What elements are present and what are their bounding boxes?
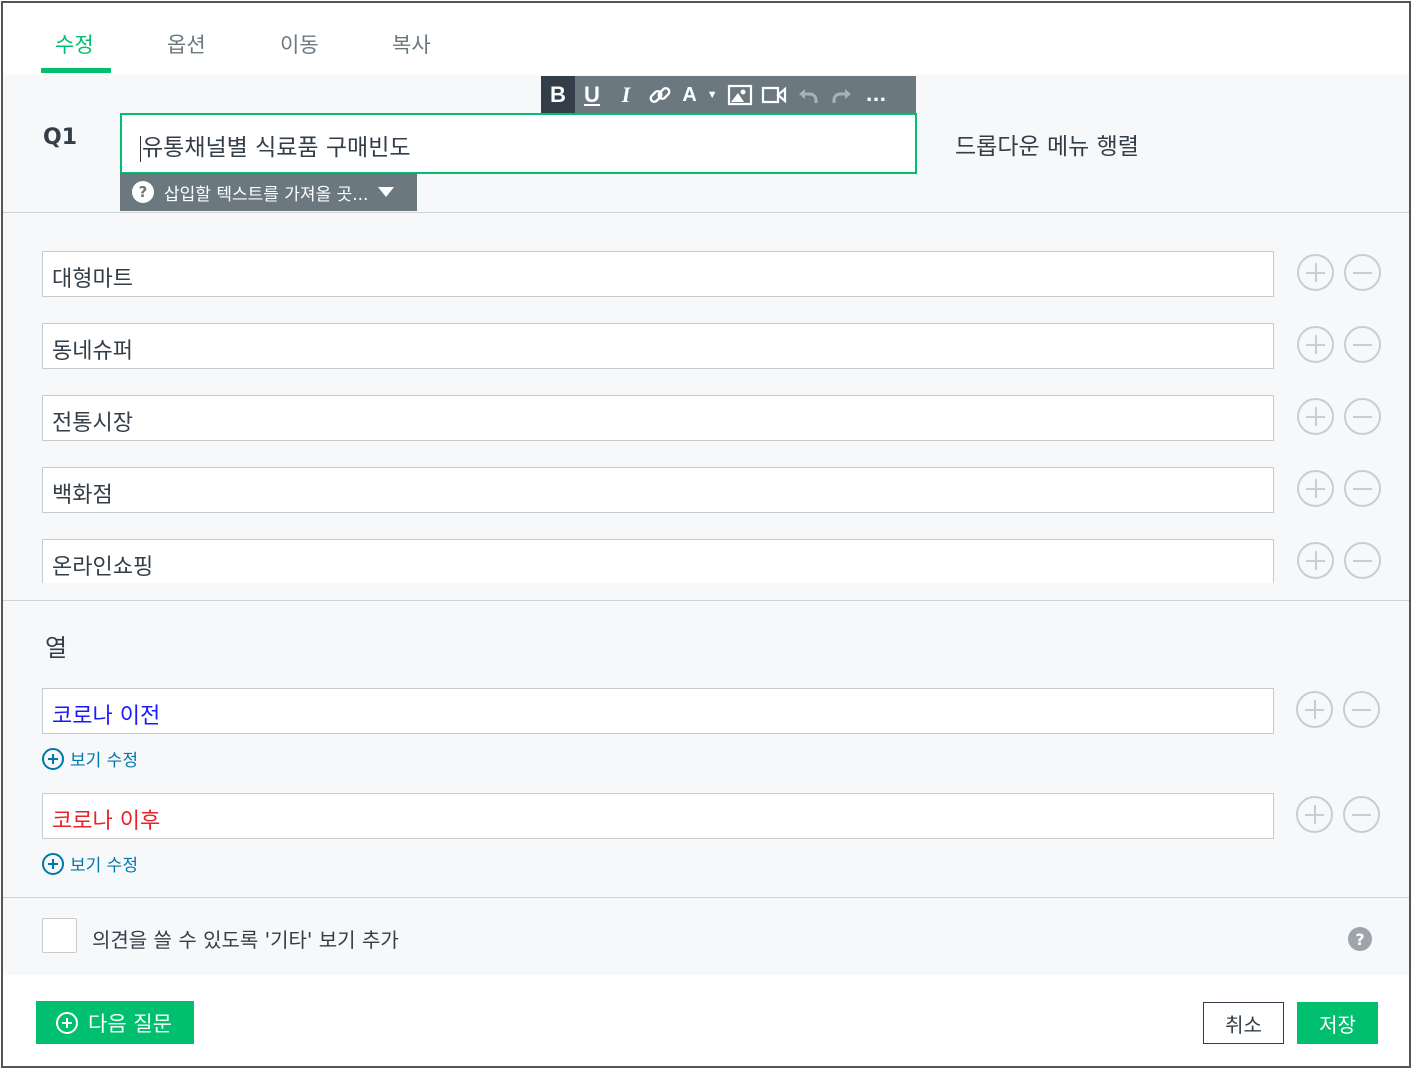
tab-copy[interactable]: 복사 xyxy=(392,29,431,59)
row-choice-input[interactable]: 대형마트 xyxy=(42,251,1274,297)
chevron-down-icon xyxy=(378,187,395,197)
tab-edit[interactable]: 수정 xyxy=(55,29,94,59)
columns-heading: 열 xyxy=(45,634,68,662)
edit-choices-label: 보기 수정 xyxy=(70,751,138,771)
tab-options[interactable]: 옵션 xyxy=(167,29,206,59)
tab-move[interactable]: 이동 xyxy=(280,29,319,59)
remove-row-button[interactable] xyxy=(1344,470,1381,507)
remove-row-button[interactable] xyxy=(1344,398,1381,435)
row-choice-input[interactable]: 온라인쇼핑 xyxy=(42,539,1274,585)
plus-circle-icon xyxy=(42,747,64,770)
cancel-button[interactable]: 취소 xyxy=(1203,1002,1284,1044)
scroll-fade xyxy=(3,583,1409,600)
video-icon[interactable] xyxy=(757,76,791,114)
italic-icon[interactable]: I xyxy=(609,76,643,114)
question-type-selector[interactable]: 드롭다운 메뉴 행렬 xyxy=(955,127,1139,161)
remove-row-button[interactable] xyxy=(1344,542,1381,579)
section-divider xyxy=(3,212,1409,213)
add-row-button[interactable] xyxy=(1297,470,1334,507)
redo-icon[interactable] xyxy=(825,76,859,114)
editor-tabs: 수정 옵션 이동 복사 xyxy=(3,3,1409,75)
remove-column-button[interactable] xyxy=(1343,691,1380,728)
more-options-icon[interactable]: ... xyxy=(859,76,893,114)
edit-choices-link[interactable]: 보기 수정 xyxy=(42,851,138,876)
section-divider xyxy=(3,600,1409,601)
next-question-label: 다음 질문 xyxy=(88,1011,172,1036)
other-option-label: 의견을 쓸 수 있도록 '기타' 보기 추가 xyxy=(92,928,399,952)
piping-label: 삽입할 텍스트를 가져올 곳... xyxy=(164,184,369,205)
add-row-button[interactable] xyxy=(1297,398,1334,435)
question-number: Q1 xyxy=(43,125,78,150)
column-choice-input[interactable]: 코로나 이전 xyxy=(42,688,1274,734)
add-row-button[interactable] xyxy=(1297,326,1334,363)
bold-icon[interactable]: B xyxy=(541,76,575,114)
section-divider xyxy=(3,897,1409,898)
add-row-button[interactable] xyxy=(1297,254,1334,291)
save-button[interactable]: 저장 xyxy=(1297,1002,1378,1044)
row-choice-input[interactable]: 동네슈퍼 xyxy=(42,323,1274,369)
plus-circle-icon xyxy=(42,852,64,875)
column-choice-input[interactable]: 코로나 이후 xyxy=(42,793,1274,839)
help-circle-icon: ? xyxy=(132,181,154,203)
edit-choices-label: 보기 수정 xyxy=(70,856,138,876)
row-choice-input[interactable]: 백화점 xyxy=(42,467,1274,513)
piping-dropdown[interactable]: ? 삽입할 텍스트를 가져올 곳... xyxy=(120,173,417,211)
remove-row-button[interactable] xyxy=(1344,326,1381,363)
add-column-button[interactable] xyxy=(1296,796,1333,833)
remove-column-button[interactable] xyxy=(1343,796,1380,833)
link-icon[interactable] xyxy=(643,76,677,114)
add-column-button[interactable] xyxy=(1296,691,1333,728)
row-choice-input[interactable]: 전통시장 xyxy=(42,395,1274,441)
other-option-checkbox[interactable] xyxy=(42,918,77,953)
rich-text-toolbar: B U I A ▼ ... xyxy=(541,76,916,114)
plus-circle-icon xyxy=(56,1011,78,1034)
add-row-button[interactable] xyxy=(1297,542,1334,579)
question-text-input[interactable]: 유통채널별 식료품 구매빈도 xyxy=(120,113,917,174)
text-color-icon[interactable]: A ▼ xyxy=(677,76,723,114)
active-tab-indicator xyxy=(41,68,111,73)
edit-choices-link[interactable]: 보기 수정 xyxy=(42,746,138,771)
next-question-button[interactable]: 다음 질문 xyxy=(36,1001,194,1044)
question-mark-icon[interactable]: ? xyxy=(1348,927,1372,951)
image-icon[interactable] xyxy=(723,76,757,114)
question-text: 유통채널별 식료품 구매빈도 xyxy=(142,135,411,161)
underline-icon[interactable]: U xyxy=(575,76,609,114)
remove-row-button[interactable] xyxy=(1344,254,1381,291)
undo-icon[interactable] xyxy=(791,76,825,114)
footer xyxy=(3,975,1409,1066)
text-caret xyxy=(140,135,141,162)
question-editor: 수정 옵션 이동 복사 Q1 B U I A ▼ ... 유통채널별 식료품 구매… xyxy=(1,1,1411,1068)
